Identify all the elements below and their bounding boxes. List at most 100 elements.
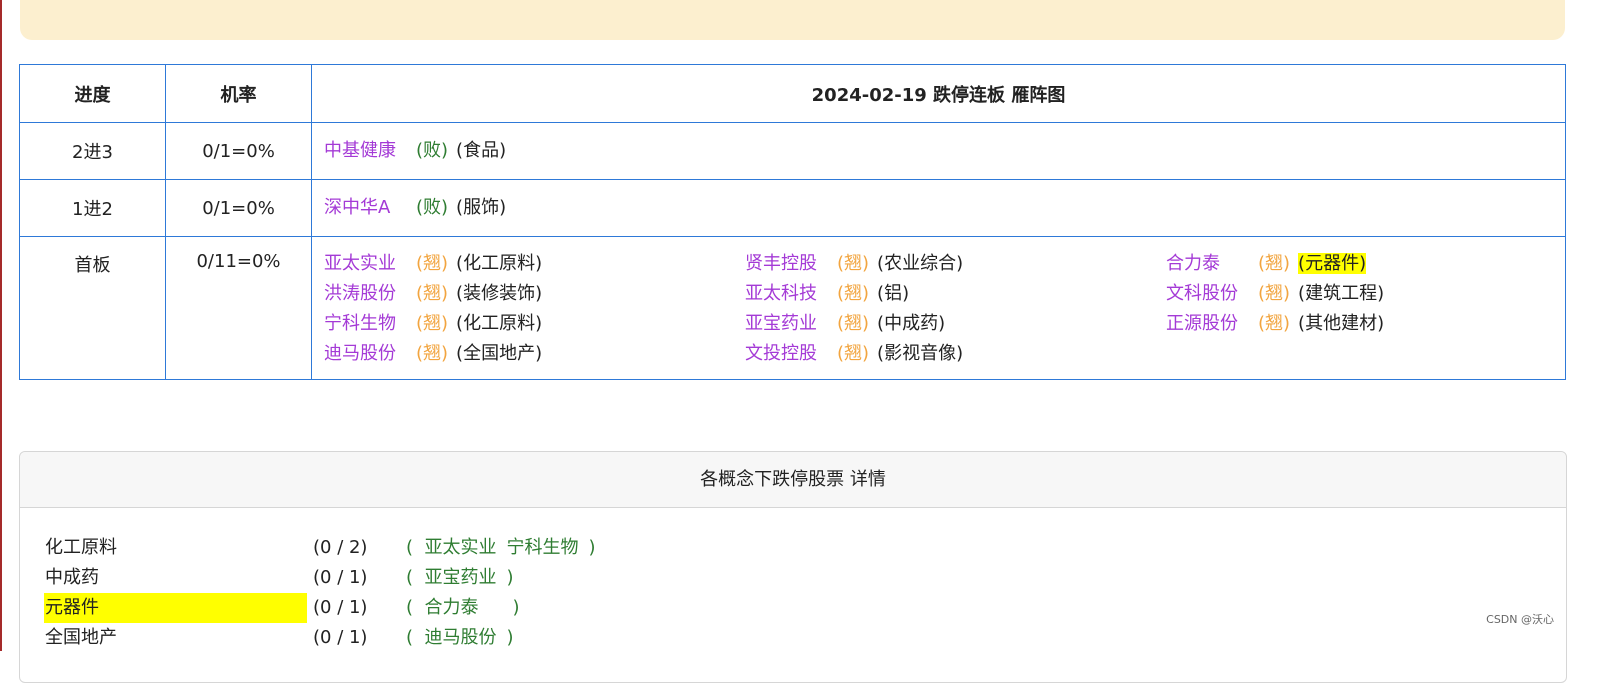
panel-title: 各概念下跌停股票 详情	[20, 452, 1566, 508]
concept-name-highlighted: 元器件	[44, 593, 307, 623]
stock-link[interactable]: 亚太实业	[324, 252, 416, 276]
stock-link[interactable]: 正源股份	[1166, 312, 1258, 336]
rate-cell: 0/11=0%	[165, 236, 312, 380]
stock-concept: (化工原料)	[456, 253, 543, 274]
concept-stock-list: ( 亚宝药业)	[406, 563, 514, 593]
header-chart-title: 2024-02-19 跌停连板 雁阵图	[311, 64, 1566, 123]
concept-stock-link[interactable]: 亚宝药业	[424, 567, 496, 588]
stock-entry: 迪马股份 (翘) (全国地产)	[324, 342, 745, 366]
stock-concept: (服饰)	[456, 197, 507, 218]
stock-link[interactable]: 中基健康	[324, 139, 416, 163]
stock-link[interactable]: 合力泰	[1166, 252, 1258, 276]
concept-count: (0 / 2)	[313, 537, 368, 558]
stock-link[interactable]: 文投控股	[745, 342, 837, 366]
stock-entry: 洪涛股份 (翘) (装修装饰)	[324, 282, 745, 306]
rate-cell: 0/1=0%	[165, 122, 312, 180]
stock-link[interactable]: 亚宝药业	[745, 312, 837, 336]
stock-entry: 亚宝药业 (翘) (中成药)	[745, 312, 1166, 336]
stock-status: (翘)	[416, 343, 449, 364]
open-paren: (	[406, 567, 414, 588]
stock-concept: (影视音像)	[877, 343, 964, 364]
stock-concept-highlighted: (元器件)	[1298, 253, 1367, 274]
close-paren: )	[588, 537, 596, 558]
stock-entry: 亚太实业 (翘) (化工原料)	[324, 252, 745, 276]
stock-link[interactable]: 洪涛股份	[324, 282, 416, 306]
concept-stock-list: ( 亚太实业 宁科生物)	[406, 533, 596, 563]
stock-concept: (建筑工程)	[1298, 283, 1385, 304]
stock-concept: (全国地产)	[456, 343, 543, 364]
stock-entry: 中基健康 (败) (食品)	[324, 140, 506, 161]
stock-entry: 亚太科技 (翘) (铝)	[745, 282, 1166, 306]
table-row: 1进2 0/1=0% 深中华A (败) (服饰)	[19, 179, 1566, 237]
concept-detail-panel: 各概念下跌停股票 详情 化工原料 (0 / 2) ( 亚太实业 宁科生物) 中成药…	[19, 451, 1567, 683]
table-header-row: 进度 机率 2024-02-19 跌停连板 雁阵图	[19, 64, 1566, 123]
stage-cell: 首板	[19, 236, 166, 380]
concept-count: (0 / 1)	[313, 597, 368, 618]
stock-status: (翘)	[837, 313, 870, 334]
concept-stock-link[interactable]: 亚太实业	[424, 537, 496, 558]
stock-status: (翘)	[1258, 313, 1291, 334]
concept-name: 化工原料	[45, 537, 117, 558]
limit-down-ladder-table: 进度 机率 2024-02-19 跌停连板 雁阵图 2进3 0/1=0% 中基健…	[19, 64, 1566, 380]
stock-concept: (其他建材)	[1298, 313, 1385, 334]
stock-grid: 亚太实业 (翘) (化工原料) 贤丰控股 (翘) (农业综合) 合力泰 (翘) (元器件) …	[324, 252, 1565, 366]
stock-status: (翘)	[416, 283, 449, 304]
stock-entry: 文投控股 (翘) (影视音像)	[745, 342, 1166, 366]
stock-link[interactable]: 迪马股份	[324, 342, 416, 366]
open-paren: (	[406, 597, 414, 618]
open-paren: (	[406, 627, 414, 648]
concept-stock-link[interactable]: 迪马股份	[424, 627, 496, 648]
header-stage: 进度	[19, 64, 166, 123]
concept-name: 全国地产	[45, 627, 117, 648]
stage-cell: 2进3	[19, 122, 166, 180]
close-paren: )	[512, 597, 520, 618]
notice-banner	[20, 0, 1565, 40]
stock-status: (翘)	[837, 343, 870, 364]
stock-status: (翘)	[837, 253, 870, 274]
concept-stock-list: ( 迪马股份)	[406, 623, 514, 653]
rate-cell: 0/1=0%	[165, 179, 312, 237]
stock-entry: 文科股份 (翘) (建筑工程)	[1166, 282, 1466, 306]
concept-count: (0 / 1)	[313, 627, 368, 648]
table-row: 2进3 0/1=0% 中基健康 (败) (食品)	[19, 122, 1566, 180]
stocks-cell: 中基健康 (败) (食品)	[311, 122, 1566, 180]
open-paren: (	[406, 537, 414, 558]
stocks-cell: 亚太实业 (翘) (化工原料) 贤丰控股 (翘) (农业综合) 合力泰 (翘) (元器件) …	[311, 236, 1566, 380]
concept-name: 中成药	[45, 567, 99, 588]
stock-status: (翘)	[1258, 253, 1291, 274]
stock-link[interactable]: 深中华A	[324, 196, 416, 220]
concept-stock-list: ( 合力泰)	[406, 593, 520, 623]
stock-concept: (铝)	[877, 283, 910, 304]
stock-concept: (食品)	[456, 140, 507, 161]
stock-concept: (中成药)	[877, 313, 946, 334]
csdn-watermark: CSDN @沃心	[1486, 613, 1554, 626]
stock-status: (败)	[416, 140, 449, 161]
concept-count: (0 / 1)	[313, 567, 368, 588]
stock-concept: (农业综合)	[877, 253, 964, 274]
header-rate: 机率	[165, 64, 312, 123]
stock-link[interactable]: 文科股份	[1166, 282, 1258, 306]
concept-stock-link[interactable]: 合力泰	[424, 597, 478, 618]
stock-concept: (装修装饰)	[456, 283, 543, 304]
stock-status: (翘)	[416, 313, 449, 334]
stock-entry: 贤丰控股 (翘) (农业综合)	[745, 252, 1166, 276]
close-paren: )	[506, 627, 514, 648]
stage-cell: 1进2	[19, 179, 166, 237]
stock-link[interactable]: 亚太科技	[745, 282, 837, 306]
left-border-rule	[0, 0, 2, 651]
stock-status: (败)	[416, 197, 449, 218]
stock-link[interactable]: 宁科生物	[324, 312, 416, 336]
stock-entry: 合力泰 (翘) (元器件)	[1166, 252, 1466, 276]
table-row: 首板 0/11=0% 亚太实业 (翘) (化工原料) 贤丰控股 (翘) (农业综合) 合…	[19, 236, 1566, 380]
concept-stock-link[interactable]: 宁科生物	[506, 537, 578, 558]
stock-entry: 深中华A (败) (服饰)	[324, 197, 506, 218]
stock-link[interactable]: 贤丰控股	[745, 252, 837, 276]
stocks-cell: 深中华A (败) (服饰)	[311, 179, 1566, 237]
stock-entry: 宁科生物 (翘) (化工原料)	[324, 312, 745, 336]
stock-entry: 正源股份 (翘) (其他建材)	[1166, 312, 1466, 336]
stock-status: (翘)	[1258, 283, 1291, 304]
close-paren: )	[506, 567, 514, 588]
stock-status: (翘)	[416, 253, 449, 274]
stock-status: (翘)	[837, 283, 870, 304]
stock-concept: (化工原料)	[456, 313, 543, 334]
